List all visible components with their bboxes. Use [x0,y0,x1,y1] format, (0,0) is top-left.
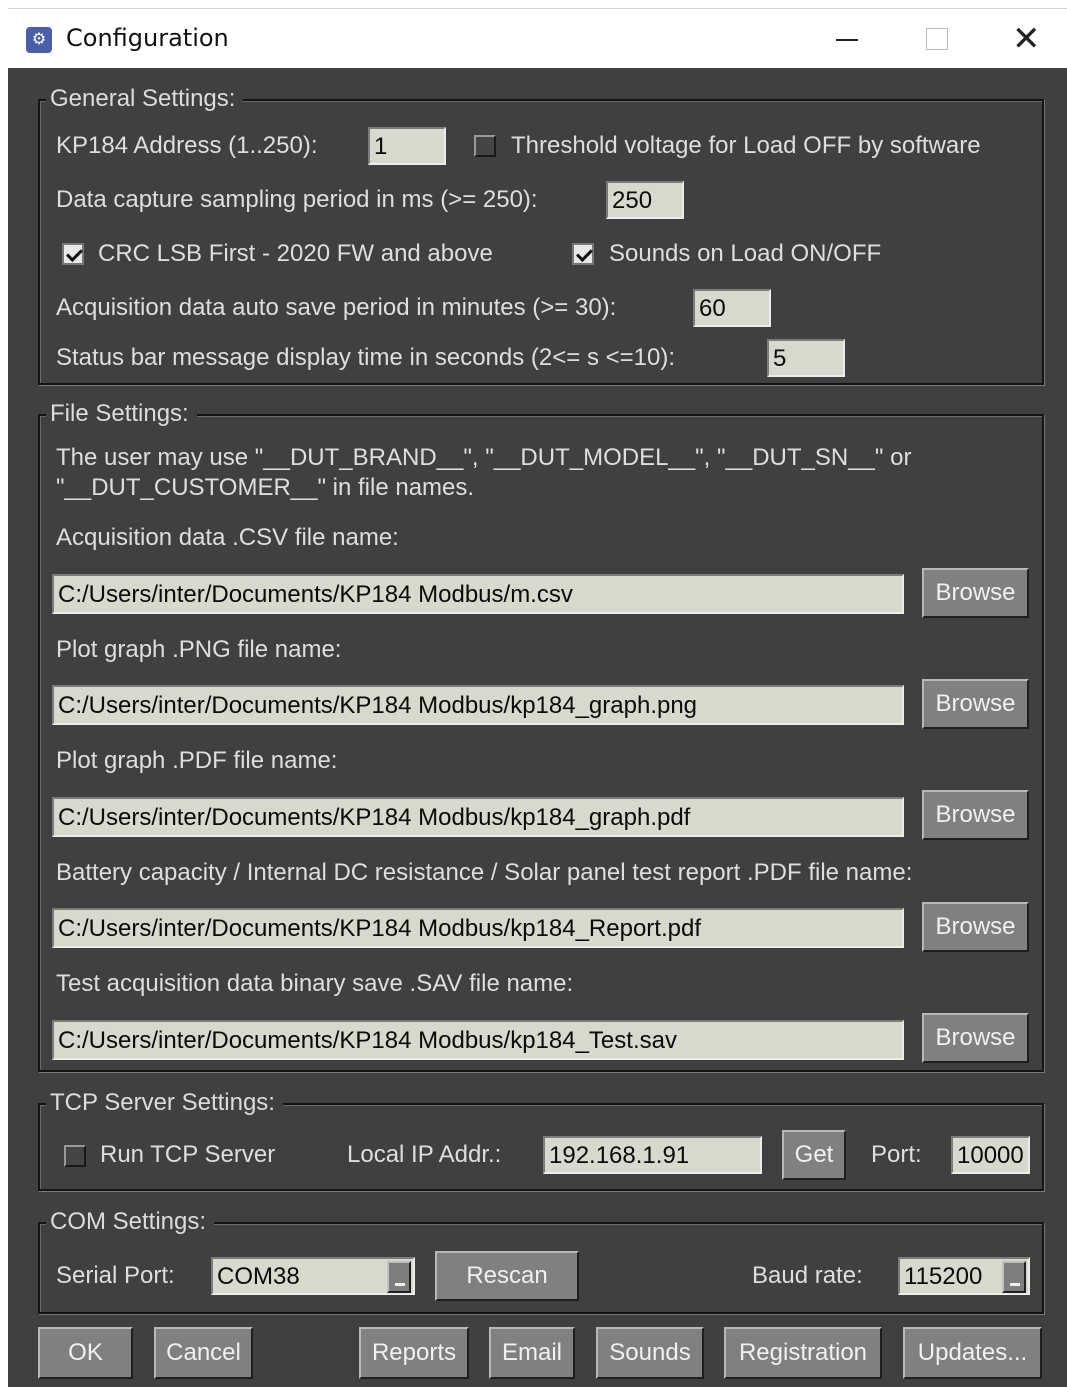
address-input[interactable]: 1 [368,127,446,165]
report-file-input[interactable]: C:/Users/inter/Documents/KP184 Modbus/kp… [52,908,904,948]
autosave-input[interactable]: 60 [693,289,771,327]
registration-button[interactable]: Registration [724,1327,882,1379]
ip-input[interactable]: 192.168.1.91 [543,1136,762,1174]
com-settings-title: COM Settings: [46,1207,215,1237]
title-bar[interactable]: ⚙ Configuration ✕ [8,8,1067,68]
run-tcp-checkbox[interactable] [64,1145,86,1167]
tcp-settings-title: TCP Server Settings: [46,1088,283,1118]
general-settings-title: General Settings: [46,84,244,114]
gear-icon: ⚙ [26,27,52,53]
sounds-checkbox[interactable] [572,243,594,265]
file-note-line2: "__DUT_CUSTOMER__" in file names. [56,474,475,501]
statusbar-label: Status bar message display time in secon… [56,344,675,371]
baud-rate-value: 115200 [904,1263,983,1290]
window-title: Configuration [66,24,229,52]
sounds-button[interactable]: Sounds [596,1327,704,1379]
crc-checkbox[interactable] [62,243,84,265]
cancel-button[interactable]: Cancel [154,1327,253,1379]
crc-label: CRC LSB First - 2020 FW and above [98,240,493,267]
sav-file-input[interactable]: C:/Users/inter/Documents/KP184 Modbus/kp… [52,1020,904,1060]
serial-port-label: Serial Port: [56,1262,175,1289]
ip-label: Local IP Addr.: [347,1141,502,1168]
baud-rate-label: Baud rate: [752,1262,863,1289]
threshold-checkbox[interactable] [474,135,496,157]
statusbar-input[interactable]: 5 [767,339,845,377]
csv-file-label: Acquisition data .CSV file name: [56,524,399,551]
address-label: KP184 Address (1..250): [56,132,318,159]
png-file-input[interactable]: C:/Users/inter/Documents/KP184 Modbus/kp… [52,685,904,725]
email-button[interactable]: Email [489,1327,575,1379]
chevron-down-icon[interactable] [1002,1261,1026,1293]
minimize-button[interactable] [818,17,878,61]
maximize-button[interactable] [908,17,968,61]
sounds-label: Sounds on Load ON/OFF [609,240,882,267]
serial-port-select[interactable]: COM38 [211,1257,415,1295]
port-input[interactable]: 10000 [951,1136,1030,1174]
pdf-file-label: Plot graph .PDF file name: [56,747,338,774]
sampling-input[interactable]: 250 [606,181,684,219]
png-file-label: Plot graph .PNG file name: [56,636,342,663]
report-browse-button[interactable]: Browse [922,902,1029,952]
csv-browse-button[interactable]: Browse [922,568,1029,618]
file-note-line1: The user may use "__DUT_BRAND__", "__DUT… [56,444,912,471]
sav-file-label: Test acquisition data binary save .SAV f… [56,970,574,997]
csv-file-input[interactable]: C:/Users/inter/Documents/KP184 Modbus/m.… [52,574,904,614]
baud-rate-select[interactable]: 115200 [898,1257,1030,1295]
close-icon: ✕ [1012,19,1041,59]
pdf-file-input[interactable]: C:/Users/inter/Documents/KP184 Modbus/kp… [52,797,904,837]
run-tcp-label: Run TCP Server [100,1141,276,1168]
port-label: Port: [871,1141,922,1168]
rescan-button[interactable]: Rescan [435,1251,579,1301]
chevron-down-icon[interactable] [387,1261,411,1293]
dialog-body: General Settings: KP184 Address (1..250)… [8,68,1067,1387]
sampling-label: Data capture sampling period in ms (>= 2… [56,186,538,213]
report-file-label: Battery capacity / Internal DC resistanc… [56,859,913,886]
reports-button[interactable]: Reports [359,1327,469,1379]
pdf-browse-button[interactable]: Browse [922,790,1029,840]
get-ip-button[interactable]: Get [782,1130,846,1180]
sav-browse-button[interactable]: Browse [922,1013,1029,1063]
close-button[interactable]: ✕ [998,17,1058,61]
updates-button[interactable]: Updates... [903,1327,1042,1379]
serial-port-value: COM38 [217,1263,300,1290]
ok-button[interactable]: OK [38,1327,133,1379]
autosave-label: Acquisition data auto save period in min… [56,294,617,321]
file-settings-title: File Settings: [46,399,197,429]
png-browse-button[interactable]: Browse [922,679,1029,729]
threshold-label: Threshold voltage for Load OFF by softwa… [511,132,981,159]
